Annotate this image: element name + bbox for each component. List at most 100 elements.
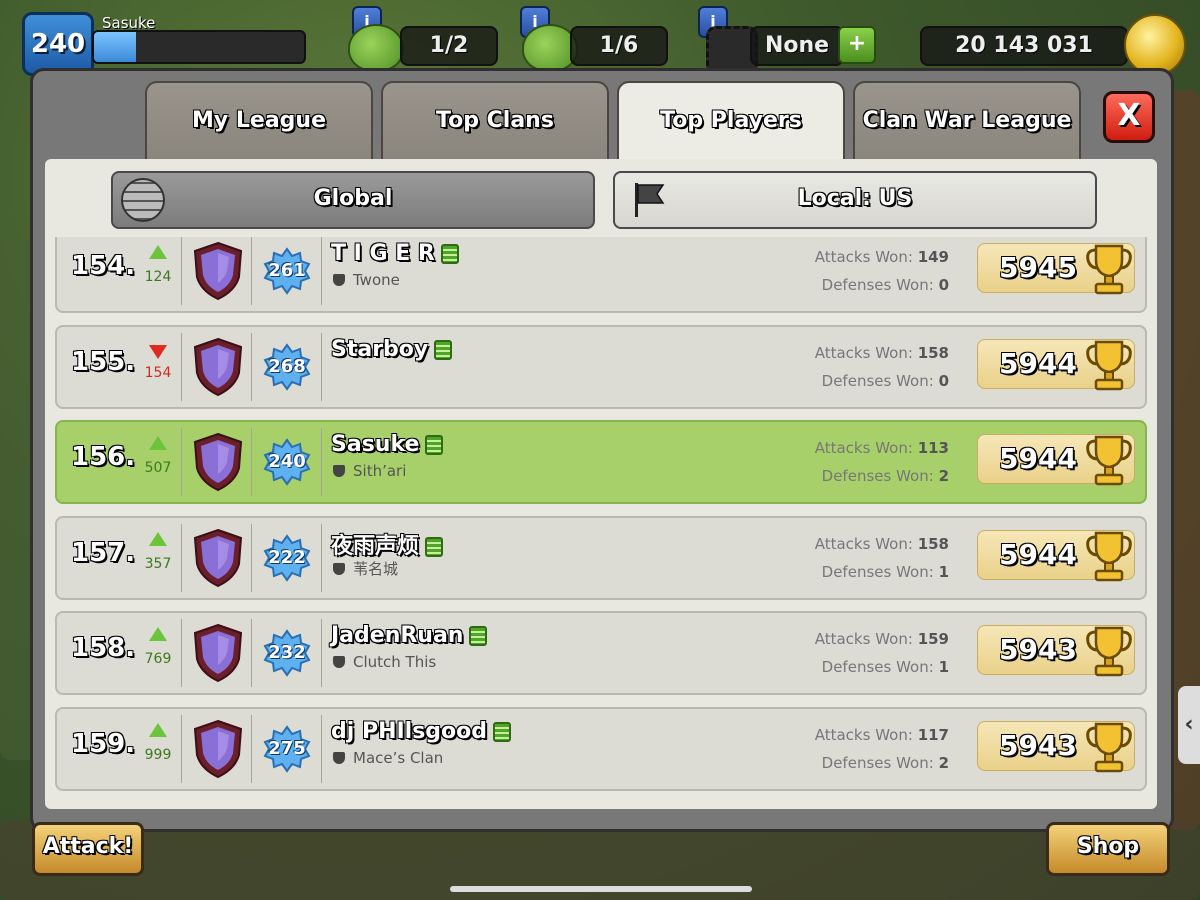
clan-name[interactable]: Sith’ari [333,462,406,480]
rank-change: 507 [144,460,172,476]
attacks-won-value: 158 [917,344,949,362]
trophy-count: 5943 [999,633,1077,666]
divider [181,715,182,783]
trend-arrow-icon [149,532,167,546]
close-button[interactable]: X [1103,91,1155,143]
divider [321,333,322,401]
tab-clan-war-league[interactable]: Clan War League [853,81,1081,163]
defenses-won-line: Defenses Won: 1 [737,558,949,586]
globe-icon [121,178,165,222]
leaderboard-modal: My League Top Clans Top Players Clan War… [30,68,1174,832]
player-name[interactable]: 夜雨声烦 [331,528,444,560]
player-row[interactable]: 156. 507 240 Sasuke Sith’ari Attacks Won… [55,420,1147,504]
divider [181,333,182,401]
defenses-won-line: Defenses Won: 2 [737,462,949,490]
divider [181,428,182,496]
player-level: 232 [268,642,306,663]
clan-name[interactable]: Twone [333,271,400,289]
clan-badge-icon [333,752,345,764]
add-builder-button[interactable]: + [838,26,876,64]
attacks-won-label: Attacks Won: [814,344,913,362]
divider [321,237,322,305]
clan-name[interactable]: 苇名城 [333,558,398,579]
player-name[interactable]: JadenRuan [331,623,488,648]
defenses-won-value: 2 [938,754,949,772]
player-level: 268 [268,356,306,377]
defenses-won-label: Defenses Won: [821,467,934,485]
chat-icon[interactable] [425,435,444,455]
trophy-icon [1086,244,1132,295]
trend-arrow-icon [149,723,167,737]
chat-icon[interactable] [440,244,459,264]
player-row[interactable]: 159. 999 275 dj PHIlsgood Mace’s Clan At… [55,707,1147,791]
rank-change: 999 [144,747,172,763]
clan-name[interactable]: Mace’s Clan [333,749,443,767]
rank-change: 769 [144,651,172,667]
chat-icon[interactable] [425,537,444,557]
rank-change: 124 [144,269,172,285]
defenses-won-label: Defenses Won: [821,658,934,676]
trophy-count-box: 5945 [977,243,1135,295]
player-name-text: dj PHIlsgood [331,719,488,744]
divider [251,237,252,305]
divider [321,524,322,592]
defenses-won-value: 0 [938,276,949,294]
attacks-won-line: Attacks Won: 158 [737,530,949,558]
trophy-icon [1086,340,1132,391]
goblin-builder-icon [348,24,404,72]
chat-icon[interactable] [434,340,453,360]
global-scope-button[interactable]: Global [111,171,595,229]
chat-icon[interactable] [469,626,488,646]
player-name[interactable]: T I G E R [331,241,459,266]
top-hud: 240 Sasuke i 1/2 i 1/6 i None + 20 143 0… [0,0,1200,76]
local-scope-button[interactable]: Local: US [613,171,1097,229]
chat-icon[interactable] [493,722,512,742]
legend-league-icon [193,719,243,779]
defenses-won-value: 0 [938,372,949,390]
clan-name[interactable]: Clutch This [333,653,436,671]
builder-count-2: 1/6 [570,26,668,66]
attacks-won-line: Attacks Won: 158 [737,339,949,367]
player-row[interactable]: 158. 769 232 JadenRuan Clutch This Attac… [55,611,1147,695]
divider [321,619,322,687]
builder-count-1: 1/2 [400,26,498,66]
leaderboard-panel: Global Local: US 154. 124 261 T I G E R [45,159,1157,809]
trophy-count-box: 5944 [977,434,1135,486]
side-panel-toggle[interactable]: ‹ [1178,686,1200,764]
player-name[interactable]: Sasuke [331,432,444,457]
player-name[interactable]: Starboy [331,337,453,362]
experience-level-badge[interactable]: 240 [22,12,94,76]
trophy-count: 5944 [999,347,1077,380]
tab-my-league[interactable]: My League [145,81,373,163]
trophy-count-box: 5943 [977,625,1135,677]
defenses-won-label: Defenses Won: [821,372,934,390]
player-row[interactable]: 155. 154 268 Starboy Attacks Won: 158 De… [55,325,1147,409]
player-level: 275 [268,738,306,759]
trophy-icon [1086,626,1132,677]
tab-top-clans[interactable]: Top Clans [381,81,609,163]
tab-top-players[interactable]: Top Players [617,81,845,165]
attacks-won-line: Attacks Won: 159 [737,625,949,653]
global-scope-label: Global [313,186,393,211]
experience-bar-fill [94,32,136,62]
attacks-won-value: 113 [917,439,949,457]
trophy-icon [1086,531,1132,582]
player-level: 261 [268,260,306,281]
trophy-count: 5945 [999,251,1077,284]
attacks-won-label: Attacks Won: [814,630,913,648]
flag-icon [635,183,665,217]
player-name[interactable]: dj PHIlsgood [331,719,512,744]
defenses-won-value: 1 [938,563,949,581]
shop-button[interactable]: Shop [1046,822,1170,876]
player-row[interactable]: 157. 357 222 夜雨声烦 苇名城 Attacks Won: 158 D… [55,516,1147,600]
attacks-won-line: Attacks Won: 113 [737,434,949,462]
attacks-won-line: Attacks Won: 117 [737,721,949,749]
player-row[interactable]: 154. 124 261 T I G E R Twone Attacks Won… [55,237,1147,313]
trophy-count-box: 5944 [977,339,1135,391]
player-level-badge: 275 [263,725,311,773]
clan-name-text: Mace’s Clan [353,749,444,767]
attacks-won-value: 159 [917,630,949,648]
rank-change: 154 [144,365,172,381]
attack-button[interactable]: Attack! [32,822,144,876]
trend-arrow-icon [149,345,167,359]
